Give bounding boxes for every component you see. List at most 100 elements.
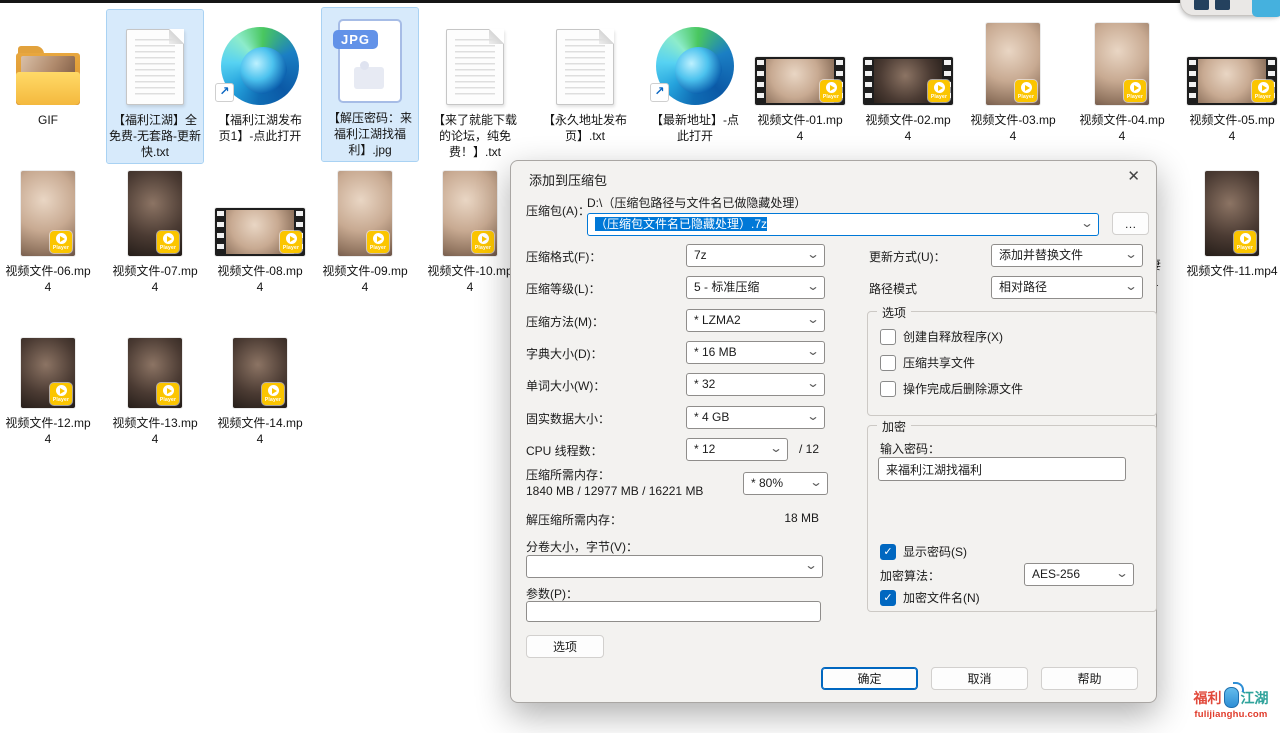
archive-path-display: D:\（压缩包路径与文件名已做隐藏处理） xyxy=(587,194,1115,211)
word-size-combobox[interactable]: * 32 xyxy=(686,373,825,396)
browse-button[interactable]: … xyxy=(1112,212,1149,235)
toolbar-accent-button[interactable] xyxy=(1252,0,1280,17)
add-to-archive-dialog: 添加到压缩包 ✕ 压缩包(A)： D:\（压缩包路径与文件名已做隐藏处理） （压… xyxy=(510,160,1157,703)
solid-size-combobox[interactable]: * 4 GB xyxy=(686,406,825,429)
desktop-icon-jpg-1[interactable]: JPG 【解压密码：来福利江湖找福利】.jpg xyxy=(322,8,418,161)
path-mode-combobox[interactable]: 相对路径 xyxy=(991,276,1143,299)
icon-label: 视频文件-08.mp4 xyxy=(212,263,308,298)
checkbox-checked-icon xyxy=(880,590,896,606)
desktop-icon-video-05[interactable]: Player 视频文件-05.mp4 xyxy=(1184,10,1280,147)
jpg-file-icon: JPG xyxy=(338,19,402,103)
player-badge-icon: Player xyxy=(157,231,179,253)
icon-label: 【福利江湖发布页1】-点此打开 xyxy=(212,112,308,147)
mouse-icon xyxy=(1224,687,1239,708)
player-badge-icon: Player xyxy=(280,231,302,253)
desktop-icon-txt-2[interactable]: 【来了就能下载的论坛，纯免费！】.txt xyxy=(427,10,523,163)
desktop-icon-video-07[interactable]: Player视频文件-07.mp4 xyxy=(107,170,203,298)
options-button[interactable]: 选项 xyxy=(526,635,604,658)
show-password-checkbox[interactable]: 显示密码(S) xyxy=(880,543,967,560)
icon-label: 【解压密码：来福利江湖找福利】.jpg xyxy=(322,110,418,161)
delete-after-checkbox[interactable]: 操作完成后删除源文件 xyxy=(880,380,1023,397)
checkbox-unchecked-icon xyxy=(880,329,896,345)
memory-percent-combobox[interactable]: * 80% xyxy=(743,472,828,495)
desktop-icon-video-08[interactable]: Player 视频文件-08.mp4 xyxy=(212,170,308,298)
decompress-memory-label: 解压缩所需内存： xyxy=(526,511,622,528)
desktop-icon-video-04[interactable]: Player视频文件-04.mp4 xyxy=(1074,10,1170,147)
volume-size-label: 分卷大小，字节(V)： xyxy=(526,538,638,555)
options-group-title: 选项 xyxy=(877,304,911,321)
icon-label: 视频文件-03.mp4 xyxy=(965,112,1061,147)
desktop-icon-txt-1[interactable]: 【福利江湖】全免费-无套路-更新快.txt xyxy=(107,10,203,163)
watermark-url: fulijianghu.com xyxy=(1184,709,1278,720)
desktop-icon-edge-2[interactable]: ↗【最新地址】-点此打开 xyxy=(647,10,743,147)
format-combobox[interactable]: 7z xyxy=(686,244,825,267)
dictionary-combobox[interactable]: * 16 MB xyxy=(686,341,825,364)
desktop-icon-video-03[interactable]: Player 视频文件-03.mp4 xyxy=(965,10,1061,147)
video-thumbnail: Player xyxy=(21,338,75,408)
desktop-icon-video-01[interactable]: Player视频文件-01.mp4 xyxy=(752,10,848,147)
video-thumbnail: Player xyxy=(1095,23,1149,105)
encryption-group-title: 加密 xyxy=(877,418,911,435)
decompress-memory-value: 18 MB xyxy=(686,511,819,525)
folder-icon xyxy=(16,53,80,105)
level-label: 压缩等级(L)： xyxy=(526,280,601,297)
player-badge-icon: Player xyxy=(820,80,842,102)
dictionary-label: 字典大小(D)： xyxy=(526,345,603,362)
encrypt-names-checkbox[interactable]: 加密文件名(N) xyxy=(880,589,980,606)
sfx-checkbox[interactable]: 创建自释放程序(X) xyxy=(880,328,1003,345)
play-icon xyxy=(826,82,837,93)
text-file-icon xyxy=(556,29,614,105)
icon-label: 视频文件-13.mp4 xyxy=(107,415,203,450)
volume-size-combobox[interactable] xyxy=(526,555,823,578)
archive-name-combobox[interactable]: （压缩包文件名已隐藏处理）.7z xyxy=(587,213,1099,236)
desktop-icon-video-11[interactable]: Player视频文件-11.mp4 xyxy=(1184,170,1280,282)
shared-files-checkbox[interactable]: 压缩共享文件 xyxy=(880,354,975,371)
close-icon[interactable]: ✕ xyxy=(1127,167,1140,185)
method-combobox[interactable]: * LZMA2 xyxy=(686,309,825,332)
clipped-screenshot-toolbar[interactable] xyxy=(1180,0,1280,16)
toolbar-button-icon[interactable] xyxy=(1194,0,1209,10)
ok-button[interactable]: 确定 xyxy=(821,667,918,690)
play-icon xyxy=(1130,82,1141,93)
player-badge-icon: Player xyxy=(1252,80,1274,102)
player-badge-icon: Player xyxy=(157,383,179,405)
parameters-input[interactable] xyxy=(526,601,821,622)
desktop-icon-edge-1[interactable]: ↗【福利江湖发布页1】-点此打开 xyxy=(212,10,308,147)
icon-label: 【最新地址】-点此打开 xyxy=(647,112,743,147)
desktop-icon-gif-folder[interactable]: GIF xyxy=(0,10,96,131)
encryption-group: 加密 输入密码： 显示密码(S) 加密算法： AES-256 加密文件名(N) xyxy=(867,425,1157,612)
level-combobox[interactable]: 5 - 标准压缩 xyxy=(686,276,825,299)
cpu-threads-combobox[interactable]: * 12 xyxy=(686,438,788,461)
update-mode-combobox[interactable]: 添加并替换文件 xyxy=(991,244,1143,267)
password-input[interactable] xyxy=(878,457,1126,481)
desktop-icon-video-06[interactable]: Player视频文件-06.mp4 xyxy=(0,170,96,298)
desktop-icon-video-12[interactable]: Player视频文件-12.mp4 xyxy=(0,337,96,450)
play-icon xyxy=(268,385,279,396)
encryption-algo-combobox[interactable]: AES-256 xyxy=(1024,563,1134,586)
help-button[interactable]: 帮助 xyxy=(1041,667,1138,690)
archive-label: 压缩包(A)： xyxy=(526,202,590,219)
video-thumbnail: Player xyxy=(233,338,287,408)
video-thumbnail: Player xyxy=(21,171,75,256)
play-icon xyxy=(1258,82,1269,93)
video-thumbnail: Player xyxy=(863,57,953,105)
memory-usage-label: 压缩所需内存： xyxy=(526,466,610,483)
video-thumbnail: Player xyxy=(443,171,497,256)
desktop-icon-video-13[interactable]: Player 视频文件-13.mp4 xyxy=(107,337,203,450)
icon-label: 视频文件-14.mp4 xyxy=(212,415,308,450)
cancel-button[interactable]: 取消 xyxy=(931,667,1028,690)
parameters-label: 参数(P)： xyxy=(526,585,578,602)
video-thumbnail: Player xyxy=(128,171,182,256)
checkbox-checked-icon xyxy=(880,544,896,560)
desktop-icon-video-02[interactable]: Player视频文件-02.mp4 xyxy=(860,10,956,147)
desktop-icon-video-09[interactable]: Player视频文件-09.mp4 xyxy=(317,170,413,298)
toolbar-button-icon[interactable] xyxy=(1215,0,1230,10)
desktop-icon-txt-3[interactable]: 【永久地址发布页】.txt xyxy=(537,10,633,147)
video-thumbnail: Player xyxy=(986,23,1040,105)
desktop-icon-video-10[interactable]: Player视频文件-10.mp4 xyxy=(422,170,518,298)
icon-label: 视频文件-05.mp4 xyxy=(1184,112,1280,147)
player-badge-icon: Player xyxy=(50,231,72,253)
video-thumbnail: Player xyxy=(128,338,182,408)
desktop-icon-video-14[interactable]: Player 视频文件-14.mp4 xyxy=(212,337,308,450)
play-icon xyxy=(478,233,489,244)
